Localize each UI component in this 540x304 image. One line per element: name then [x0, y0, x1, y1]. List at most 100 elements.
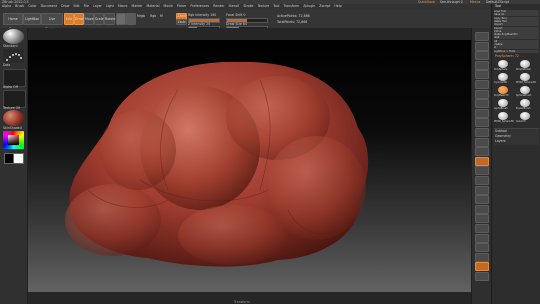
menu-item-movie[interactable]: Movie: [163, 4, 172, 8]
tool-thumb-8[interactable]: [498, 112, 508, 120]
home-page-button[interactable]: Home Page: [3, 13, 23, 31]
menu-item-macro[interactable]: Macro: [118, 4, 128, 8]
tool-row-12[interactable]: Lightbox > Tools: [494, 49, 539, 53]
menu-item-edit[interactable]: Edit: [73, 4, 79, 8]
menu-item-stroke[interactable]: Stroke: [243, 4, 253, 8]
menu-item-tool[interactable]: Tool: [273, 4, 279, 8]
menu-item-help[interactable]: Help: [334, 4, 341, 8]
right-shelf-button[interactable]: [475, 51, 489, 61]
color-picker[interactable]: [3, 131, 24, 149]
stroke-dots-icon[interactable]: [3, 49, 24, 63]
mrgb-toggle[interactable]: Mrgb: [137, 14, 145, 18]
right-shelf-button[interactable]: [475, 224, 489, 233]
rotate-button[interactable]: Rotate: [104, 13, 115, 25]
right-shelf-button[interactable]: [475, 118, 489, 128]
standard-brush-icon[interactable]: [3, 29, 24, 44]
live-boolean-button[interactable]: Live Boolean: [41, 13, 63, 31]
tool-thumb-9[interactable]: [520, 112, 530, 120]
right-shelf-button[interactable]: [475, 147, 489, 157]
right-shelf-button[interactable]: [475, 204, 489, 214]
status-text: Transform: [234, 300, 250, 304]
color-square[interactable]: [8, 135, 19, 145]
tool-thumb-2[interactable]: [498, 73, 508, 81]
menu-item-picker[interactable]: Picker: [177, 4, 187, 8]
tool-thumb-0[interactable]: [498, 60, 508, 68]
sculpted-model[interactable]: [28, 40, 471, 292]
tool-thumb-label: PolyMesh3D: [494, 94, 509, 97]
rgb-toggle[interactable]: Rgb: [150, 14, 156, 18]
rgb-intensity-label: Rgb Intensity 100: [188, 13, 217, 17]
menu-item-stencil[interactable]: Stencil: [229, 4, 240, 8]
lightbox-button[interactable]: LightBox: [23, 13, 41, 25]
tool-thumb-label: PolySphere: [494, 68, 508, 71]
right-shelf-button[interactable]: [475, 185, 489, 195]
right-shelf-button[interactable]: [475, 156, 489, 166]
draw-button[interactable]: Draw: [74, 13, 84, 25]
tool-thumb-4[interactable]: [498, 86, 508, 94]
scale-button[interactable]: Scale: [94, 13, 104, 25]
zsub-button[interactable]: Zsub: [176, 19, 187, 25]
menu-item-color[interactable]: Color: [28, 4, 36, 8]
right-shelf-button[interactable]: [475, 176, 489, 185]
menu-item-light[interactable]: Light: [106, 4, 114, 8]
right-shelf-button[interactable]: [475, 70, 489, 80]
right-shelf-button[interactable]: [475, 214, 489, 224]
tool-row-8[interactable]: GoZ: [494, 36, 539, 40]
right-shelf-button[interactable]: [475, 262, 489, 272]
tool-row-4[interactable]: Import: [494, 23, 539, 27]
tool-thumb-label: Cylinder3D: [494, 81, 508, 84]
right-shelf-button[interactable]: [475, 41, 489, 51]
tool-thumb-5[interactable]: [520, 86, 530, 94]
left-lobe: [100, 110, 176, 190]
m-toggle[interactable]: M: [160, 14, 163, 18]
tool-thumb-6[interactable]: [498, 99, 508, 107]
right-shelf-button[interactable]: [475, 99, 489, 109]
right-shelf-button[interactable]: [475, 128, 489, 137]
right-shelf-button[interactable]: [475, 60, 489, 70]
menu-item-layer[interactable]: Layer: [93, 4, 102, 8]
right-shelf-button[interactable]: [475, 243, 489, 253]
right-shelf-button[interactable]: [475, 32, 489, 41]
current-tool-label: PolySphere: 72: [495, 54, 519, 58]
move-button[interactable]: Move: [84, 13, 94, 25]
right-shelf-button[interactable]: [475, 195, 489, 205]
menu-item-transform[interactable]: Transform: [283, 4, 299, 8]
tool-thumb-1[interactable]: [520, 60, 530, 68]
material-sphere-icon[interactable]: [3, 110, 24, 126]
document-canvas[interactable]: [28, 40, 471, 292]
menu-item-zplugin[interactable]: Zplugin: [303, 4, 315, 8]
right-shelf-button[interactable]: [475, 272, 489, 281]
tool-thumb-7[interactable]: [520, 99, 530, 107]
tool-palette-title: Tool: [495, 4, 502, 8]
right-shelf-button[interactable]: [475, 108, 489, 118]
menu-item-file[interactable]: File: [84, 4, 89, 8]
tool-thumb-label: AlphaBrush: [494, 107, 508, 110]
secondary-color-swatch[interactable]: [13, 153, 24, 164]
menu-item-preferences[interactable]: Preferences: [190, 4, 209, 8]
menu-item-marker[interactable]: Marker: [132, 4, 143, 8]
right-shelf-button[interactable]: [475, 166, 489, 176]
menu-item-render[interactable]: Render: [213, 4, 224, 8]
tool-thumb-3[interactable]: [520, 73, 530, 81]
menu-item-material[interactable]: Material: [147, 4, 160, 8]
material-icon[interactable]: [126, 13, 136, 25]
menu-item-brush[interactable]: Brush: [15, 4, 24, 8]
tool-row-11[interactable]: R: [494, 46, 539, 50]
menu-item-alpha[interactable]: Alpha: [2, 4, 11, 8]
menu-item-draw[interactable]: Draw: [61, 4, 69, 8]
right-shelf-button[interactable]: [475, 252, 489, 262]
dots-icon: [6, 53, 22, 61]
total-points-readout: TotalPoints: 72,866: [277, 20, 308, 24]
subtool-section[interactable]: Subtool Geometry Layers: [494, 128, 539, 145]
menu-item-texture[interactable]: Texture: [257, 4, 269, 8]
right-shelf-button[interactable]: [475, 80, 489, 89]
right-shelf-button[interactable]: [475, 89, 489, 99]
right-shelf-button[interactable]: [475, 233, 489, 243]
menu-item-document[interactable]: Document: [41, 4, 58, 8]
right-shelf-button[interactable]: [475, 137, 489, 147]
sphere-icon[interactable]: [116, 13, 126, 25]
edit-button[interactable]: Edit: [64, 13, 74, 25]
tool-row-1[interactable]: Save As: [494, 13, 539, 17]
active-points-readout: ActivePoints: 72,866: [277, 14, 310, 18]
menu-item-zscript[interactable]: Zscript: [319, 4, 330, 8]
